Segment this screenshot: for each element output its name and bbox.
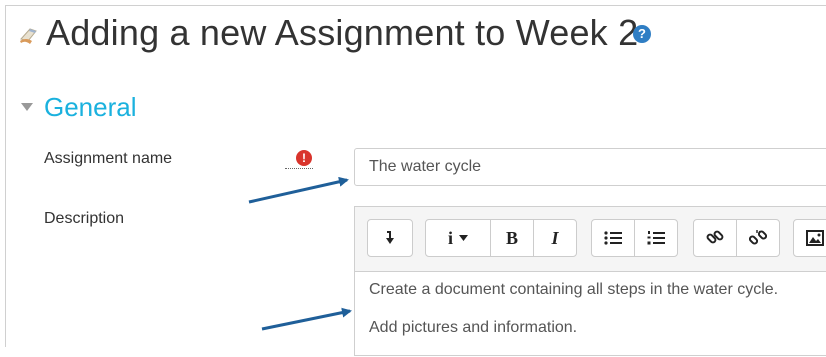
unlink-icon xyxy=(749,230,767,245)
content-paragraph: Create a document containing all steps i… xyxy=(369,281,779,298)
question-circle-icon[interactable]: ? xyxy=(633,25,651,43)
toolbar-group-media xyxy=(793,219,826,257)
toolbar-group-style: i B I xyxy=(425,219,577,257)
page-title: Adding a new Assignment to Week 2 xyxy=(46,12,639,53)
image-button[interactable] xyxy=(794,220,826,256)
bold-button[interactable]: B xyxy=(491,220,534,256)
italic-button[interactable]: I xyxy=(534,220,576,256)
toolbar-group-links xyxy=(693,219,780,257)
toolbar-group-lists xyxy=(591,219,678,257)
ordered-list-button[interactable] xyxy=(635,220,677,256)
assignment-name-label: Assignment name xyxy=(44,150,173,167)
editor-toolbar: i B I xyxy=(355,207,826,272)
bold-icon: B xyxy=(505,227,518,248)
link-button[interactable] xyxy=(694,220,737,256)
show-more-buttons[interactable] xyxy=(368,220,412,256)
toolbar-group-collapse xyxy=(367,219,413,257)
italic-icon: I xyxy=(551,227,559,248)
description-label: Description xyxy=(44,210,125,227)
unordered-list-icon xyxy=(604,231,622,245)
link-icon xyxy=(706,230,724,244)
assignment-icon xyxy=(20,28,37,44)
editor-content[interactable]: Create a document containing all steps i… xyxy=(369,281,778,357)
image-icon xyxy=(806,230,824,246)
unlink-button[interactable] xyxy=(737,220,779,256)
assignment-name-input[interactable] xyxy=(354,148,826,186)
show-more-buttons-icon xyxy=(386,231,394,244)
chevron-down-icon xyxy=(459,235,468,241)
collapse-triangle-icon[interactable] xyxy=(20,100,34,114)
required-icon: ! xyxy=(296,150,312,166)
unordered-list-button[interactable] xyxy=(592,220,635,256)
paragraph-styles-icon: i xyxy=(447,227,453,248)
description-editor[interactable]: i B I Create a document containing all s… xyxy=(354,206,826,356)
section-title-general[interactable]: General xyxy=(44,92,137,123)
ordered-list-icon xyxy=(647,231,665,245)
required-indicator-underline xyxy=(285,168,313,169)
paragraph-styles-button[interactable]: i xyxy=(426,220,491,256)
content-paragraph: Add pictures and information. xyxy=(369,319,578,336)
